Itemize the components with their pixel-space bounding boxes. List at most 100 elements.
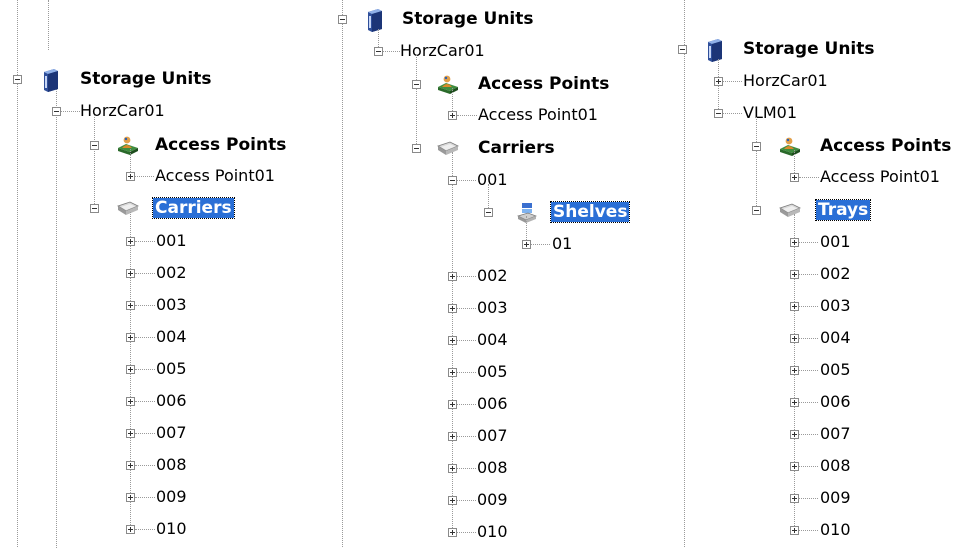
tray-item[interactable]: 005: [820, 360, 851, 380]
expand-toggle[interactable]: [522, 240, 531, 249]
collapse-toggle[interactable]: [412, 80, 421, 89]
expand-toggle[interactable]: [790, 173, 799, 182]
carrier-item[interactable]: 007: [477, 426, 508, 446]
expand-toggle[interactable]: [448, 111, 457, 120]
expand-toggle[interactable]: [714, 77, 723, 86]
expand-toggle[interactable]: [790, 398, 799, 407]
collapse-toggle[interactable]: [338, 15, 347, 24]
carrier-item[interactable]: 005: [156, 359, 187, 379]
shelf-item[interactable]: 01: [552, 234, 572, 254]
expand-toggle[interactable]: [790, 334, 799, 343]
collapse-toggle[interactable]: [374, 47, 383, 56]
expand-toggle[interactable]: [790, 526, 799, 535]
unit-node-horzcar01[interactable]: HorzCar01: [743, 71, 828, 91]
expand-toggle[interactable]: [126, 493, 135, 502]
collapse-toggle[interactable]: [13, 75, 22, 84]
expand-toggle[interactable]: [790, 494, 799, 503]
tray-item[interactable]: 006: [820, 392, 851, 412]
access-point01-node[interactable]: Access Point01: [155, 166, 275, 186]
storage-units-node[interactable]: Storage Units: [80, 69, 212, 89]
tree-panel-trays: Storage Units HorzCar01 VLM01 Access Points…: [670, 0, 977, 547]
trays-node-selected[interactable]: Trays: [814, 199, 872, 221]
carriers-node-selected[interactable]: Carriers: [152, 197, 235, 219]
expand-toggle[interactable]: [126, 301, 135, 310]
access-point01-node[interactable]: Access Point01: [478, 105, 598, 125]
collapse-toggle[interactable]: [484, 208, 493, 217]
collapse-toggle[interactable]: [52, 107, 61, 116]
tray-item[interactable]: 009: [820, 488, 851, 508]
expand-toggle[interactable]: [790, 270, 799, 279]
carrier-item[interactable]: 009: [477, 490, 508, 510]
carrier-item[interactable]: 009: [156, 487, 187, 507]
expand-toggle[interactable]: [126, 333, 135, 342]
collapse-toggle[interactable]: [90, 204, 99, 213]
collapse-toggle[interactable]: [448, 176, 457, 185]
storage-units-node[interactable]: Storage Units: [743, 39, 875, 59]
carrier-item[interactable]: 002: [156, 263, 187, 283]
tray-item[interactable]: 004: [820, 328, 851, 348]
tray-item[interactable]: 002: [820, 264, 851, 284]
expand-toggle[interactable]: [448, 304, 457, 313]
carrier-item-expanded[interactable]: 001: [477, 170, 508, 190]
collapse-toggle[interactable]: [752, 142, 761, 151]
carrier-item[interactable]: 006: [156, 391, 187, 411]
expand-toggle[interactable]: [448, 368, 457, 377]
tray-item[interactable]: 010: [820, 520, 851, 540]
access-points-node[interactable]: Access Points: [820, 136, 951, 156]
expand-toggle[interactable]: [126, 269, 135, 278]
collapse-toggle[interactable]: [752, 206, 761, 215]
tray-item[interactable]: 007: [820, 424, 851, 444]
carrier-item[interactable]: 004: [156, 327, 187, 347]
tree-line: [94, 115, 95, 204]
tree-line: [378, 29, 379, 47]
expand-toggle[interactable]: [126, 525, 135, 534]
expand-toggle[interactable]: [126, 397, 135, 406]
unit-node-horzcar01[interactable]: HorzCar01: [80, 101, 165, 121]
carrier-item[interactable]: 008: [156, 455, 187, 475]
tree-line: [799, 530, 818, 531]
expand-toggle[interactable]: [448, 272, 457, 281]
expand-toggle[interactable]: [448, 432, 457, 441]
carrier-item[interactable]: 002: [477, 266, 508, 286]
expand-toggle[interactable]: [126, 172, 135, 181]
unit-node-horzcar01[interactable]: HorzCar01: [400, 41, 485, 61]
expand-toggle[interactable]: [126, 365, 135, 374]
carriers-node[interactable]: Carriers: [478, 138, 555, 158]
access-points-node[interactable]: Access Points: [155, 135, 286, 155]
collapse-toggle[interactable]: [90, 141, 99, 150]
storage-units-node[interactable]: Storage Units: [402, 9, 534, 29]
carrier-item[interactable]: 010: [477, 522, 508, 542]
carrier-item[interactable]: 003: [477, 298, 508, 318]
carrier-item[interactable]: 007: [156, 423, 187, 443]
expand-toggle[interactable]: [790, 366, 799, 375]
expand-toggle[interactable]: [448, 496, 457, 505]
unit-node-vlm01[interactable]: VLM01: [743, 103, 797, 123]
expand-toggle[interactable]: [448, 528, 457, 537]
collapse-toggle[interactable]: [678, 45, 687, 54]
carrier-item[interactable]: 004: [477, 330, 508, 350]
access-point01-node[interactable]: Access Point01: [820, 167, 940, 187]
shelves-node-selected[interactable]: Shelves: [549, 201, 631, 223]
carrier-item[interactable]: 010: [156, 519, 187, 539]
expand-toggle[interactable]: [126, 429, 135, 438]
carrier-item[interactable]: 001: [156, 231, 187, 251]
expand-toggle[interactable]: [790, 462, 799, 471]
expand-toggle[interactable]: [448, 464, 457, 473]
expand-toggle[interactable]: [126, 461, 135, 470]
tray-item[interactable]: 001: [820, 232, 851, 252]
expand-toggle[interactable]: [790, 430, 799, 439]
expand-toggle[interactable]: [790, 302, 799, 311]
carrier-item[interactable]: 006: [477, 394, 508, 414]
expand-toggle[interactable]: [448, 400, 457, 409]
collapse-toggle[interactable]: [412, 144, 421, 153]
collapse-toggle[interactable]: [714, 109, 723, 118]
expand-toggle[interactable]: [126, 237, 135, 246]
carrier-item[interactable]: 005: [477, 362, 508, 382]
carrier-item[interactable]: 003: [156, 295, 187, 315]
carrier-item[interactable]: 008: [477, 458, 508, 478]
tray-item[interactable]: 008: [820, 456, 851, 476]
expand-toggle[interactable]: [790, 238, 799, 247]
access-points-node[interactable]: Access Points: [478, 74, 609, 94]
tray-item[interactable]: 003: [820, 296, 851, 316]
expand-toggle[interactable]: [448, 336, 457, 345]
